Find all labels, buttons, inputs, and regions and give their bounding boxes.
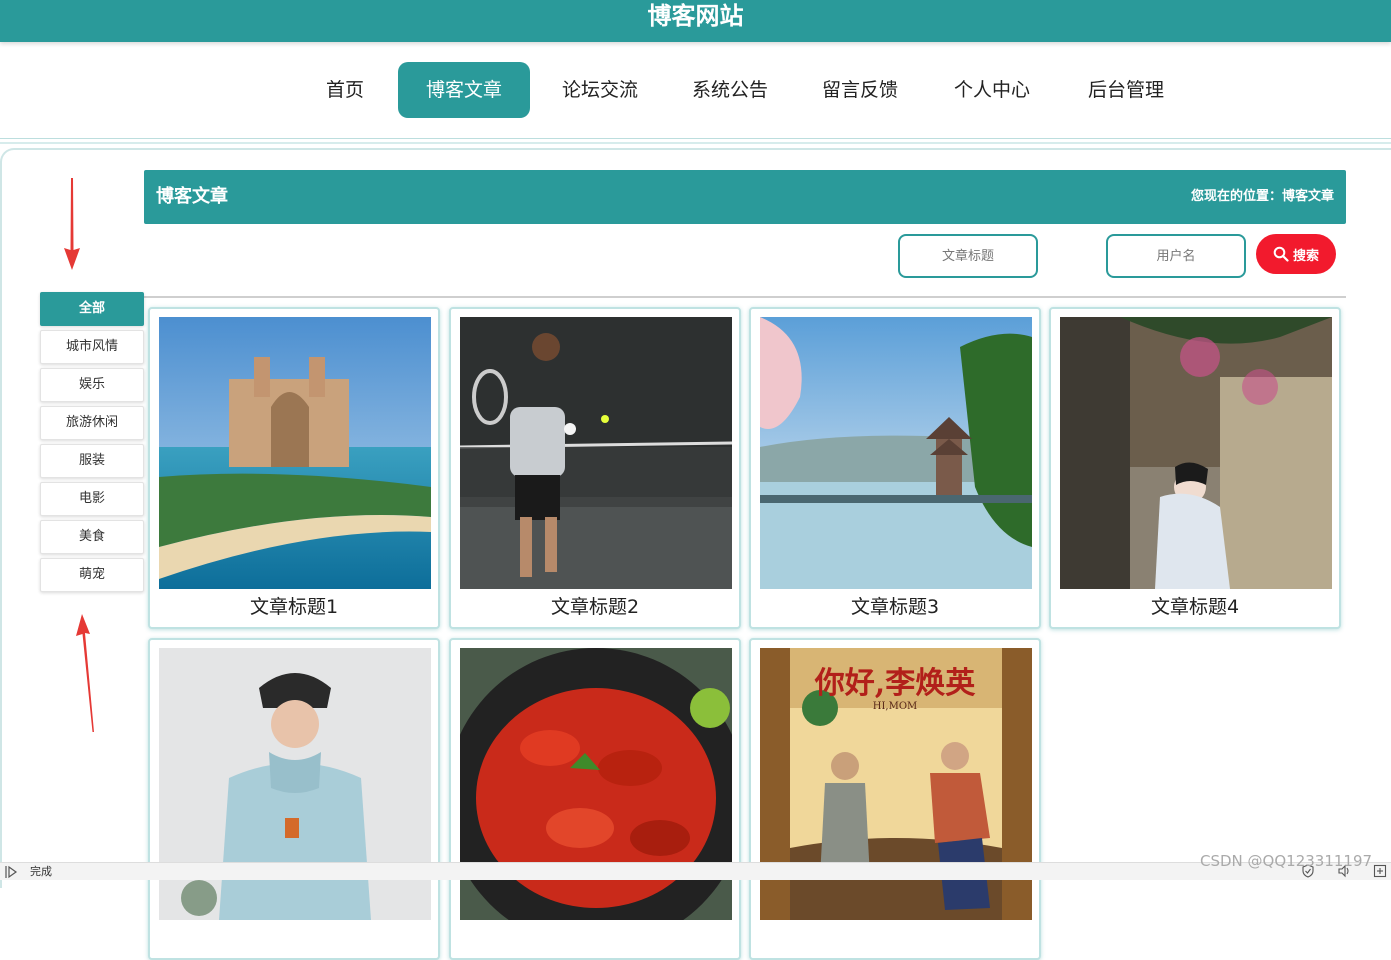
- article-image-tennis[interactable]: [460, 317, 732, 589]
- location-breadcrumb: 您现在的位置：博客文章: [1190, 189, 1334, 204]
- category-travel[interactable]: 旅游休闲: [40, 406, 144, 440]
- up-arrow-annotation: [76, 614, 94, 732]
- nav-item-profile[interactable]: 个人中心: [941, 62, 1043, 118]
- search-icon: [1273, 246, 1289, 262]
- article-title[interactable]: 文章标题2: [451, 593, 739, 621]
- nav-divider: [0, 138, 1391, 144]
- main-nav: 首页 博客文章 论坛交流 系统公告 留言反馈 个人中心 后台管理: [0, 50, 1391, 130]
- nav-item-home[interactable]: 首页: [305, 62, 385, 118]
- site-title: 博客网站: [647, 2, 744, 30]
- search-button-label: 搜索: [1292, 248, 1319, 264]
- poster-title: 你好,李焕英: [814, 666, 976, 701]
- article-card[interactable]: [148, 638, 440, 960]
- section-title: 博客文章: [156, 186, 228, 207]
- category-pets[interactable]: 萌宠: [40, 558, 144, 592]
- section-bar: 博客文章 您现在的位置：博客文章: [144, 170, 1346, 224]
- nav-item-forum[interactable]: 论坛交流: [549, 62, 651, 118]
- search-button[interactable]: 搜索: [1256, 234, 1336, 274]
- category-all[interactable]: 全部: [40, 292, 144, 326]
- article-card[interactable]: 文章标题3: [749, 307, 1041, 629]
- article-card[interactable]: [449, 638, 741, 960]
- username-search-input[interactable]: [1106, 234, 1246, 278]
- category-food[interactable]: 美食: [40, 520, 144, 554]
- article-image-resort[interactable]: [159, 317, 431, 589]
- play-icon[interactable]: [4, 865, 18, 879]
- article-card[interactable]: 文章标题1: [148, 307, 440, 629]
- article-title[interactable]: 文章标题3: [751, 593, 1039, 621]
- article-title-search-input[interactable]: [898, 234, 1038, 278]
- zoom-icon[interactable]: [1373, 864, 1387, 878]
- category-movie[interactable]: 电影: [40, 482, 144, 516]
- article-title[interactable]: 文章标题1: [150, 593, 438, 621]
- poster-subtitle: HI,MOM: [872, 701, 918, 712]
- article-card[interactable]: 文章标题4: [1049, 307, 1341, 629]
- status-bar: 完成: [0, 862, 1391, 880]
- search-divider: [144, 296, 1346, 298]
- article-title[interactable]: 文章标题4: [1051, 593, 1339, 621]
- article-card[interactable]: 文章标题2: [449, 307, 741, 629]
- nav-item-blog-articles[interactable]: 博客文章: [398, 62, 530, 118]
- category-entertainment[interactable]: 娱乐: [40, 368, 144, 402]
- watermark: CSDN @QQ123311197: [1200, 852, 1373, 870]
- status-text: 完成: [30, 865, 52, 878]
- nav-item-admin[interactable]: 后台管理: [1075, 62, 1177, 118]
- article-image-lake-pavilion[interactable]: [760, 317, 1032, 589]
- article-image-woman-canal[interactable]: [1060, 317, 1332, 589]
- nav-item-feedback[interactable]: 留言反馈: [809, 62, 911, 118]
- category-clothing[interactable]: 服装: [40, 444, 144, 478]
- down-arrow-annotation: [64, 178, 80, 270]
- nav-item-announcements[interactable]: 系统公告: [679, 62, 781, 118]
- category-city[interactable]: 城市风情: [40, 330, 144, 364]
